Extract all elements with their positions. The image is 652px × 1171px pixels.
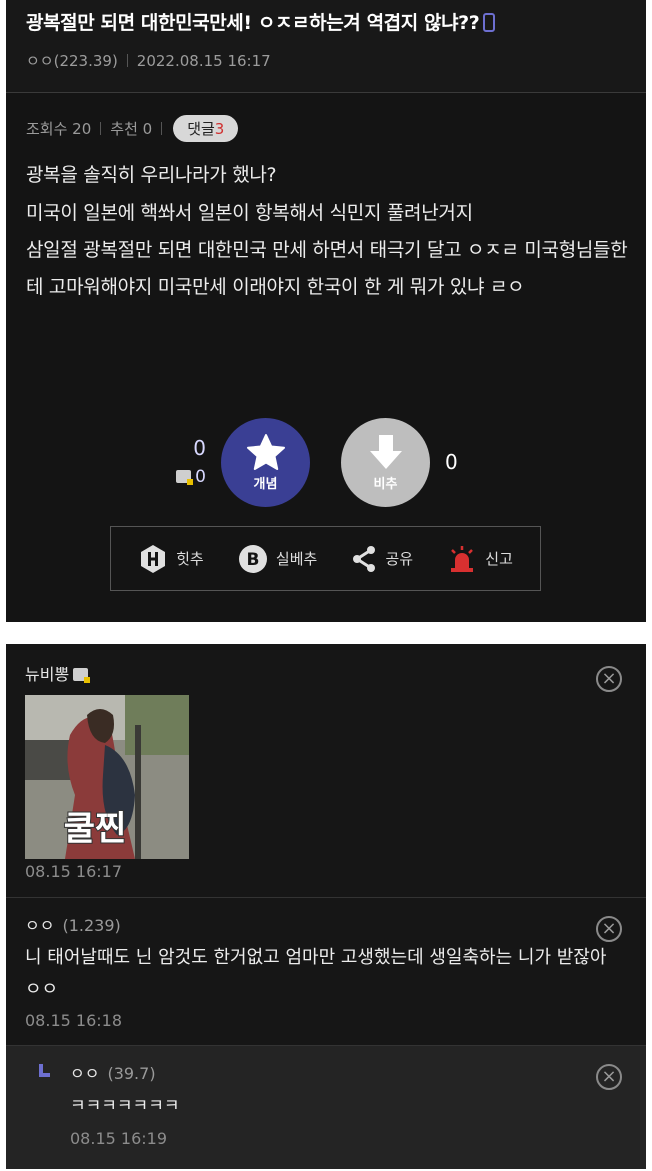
comment-nick-text: ㅇㅇ [25, 916, 55, 935]
comment-label: 댓글 [187, 120, 215, 138]
delete-comment-button[interactable]: × [596, 1064, 622, 1090]
comment-text: ㅋㅋㅋㅋㅋㅋㅋ [70, 1096, 180, 1116]
fixed-upvote-value: 0 [195, 467, 206, 487]
star-icon [246, 434, 285, 470]
comment-ip: (39.7) [107, 1064, 156, 1083]
reply-icon [39, 1064, 50, 1077]
body-line: 삼일절 광복절만 되면 대한민국 만세 하면서 태극기 달고 ㅇㅈㄹ 미국형님들… [26, 239, 628, 298]
upvote-button[interactable]: 개념 [221, 418, 310, 507]
dccon-picture: 쿨찐 [25, 695, 189, 859]
share-label: 공유 [385, 550, 414, 568]
comment-item: ㅇㅇ (1.239) × 니 태어날때도 닌 암것도 한거없고 엄마만 고생했는데… [6, 898, 646, 1046]
fixed-nick-icon [73, 668, 91, 683]
post-title-text: 광복절만 되면 대한민국만세! ㅇㅈㄹ하는겨 역겹지 않냐?? [26, 12, 480, 34]
comment-nick-text: 뉴비뽕 [25, 665, 70, 684]
divider [126, 54, 128, 67]
comment-ip: (1.239) [62, 916, 121, 935]
siren-icon [447, 544, 477, 574]
svg-text:B: B [246, 550, 259, 570]
close-icon: × [601, 918, 617, 939]
fixed-upvote-count: 0 [166, 467, 206, 487]
post-author[interactable]: ㅇㅇ(223.39) [26, 52, 118, 70]
reply-item: ㅇㅇ (39.7) × ㅋㅋㅋㅋㅋㅋㅋ 08.15 16:19 [6, 1046, 646, 1169]
post-body: 광복을 솔직히 우리나라가 했나? 미국이 일본에 핵쏴서 일본이 항복해서 식… [6, 142, 646, 306]
downvote-label: 비추 [373, 477, 398, 492]
comment-count: 3 [214, 120, 225, 138]
close-icon: × [601, 668, 617, 689]
comment-list: 뉴비뽕 × 쿨찐 08.15 16:17 ㅇㅇ (1.239) × 니 태어날때도… [6, 644, 646, 1169]
comment-text: 니 태어날때도 닌 암것도 한거없고 엄마만 고생했는데 생일축하는 니가 받잖… [25, 947, 607, 1000]
comment-nick[interactable]: 뉴비뽕 [25, 661, 91, 685]
upvote-label: 개념 [253, 477, 278, 492]
post-meta: ㅇㅇ(223.39) 2022.08.15 16:17 [26, 50, 630, 71]
post-stats: 조회수 20 추천 0 댓글3 [6, 93, 646, 142]
recommend-count: 추천 0 [110, 120, 153, 138]
comment-date: 08.15 16:18 [25, 1011, 122, 1030]
hit-button[interactable]: 힛추 [138, 544, 204, 574]
best-label: 실베추 [275, 550, 318, 568]
comment-nick[interactable]: ㅇㅇ (1.239) [25, 912, 121, 936]
comment-nick-text: ㅇㅇ [70, 1064, 100, 1083]
divider [161, 122, 163, 135]
delete-comment-button[interactable]: × [596, 666, 622, 692]
share-icon [351, 545, 377, 573]
mobile-icon [483, 13, 496, 32]
action-bar: 힛추 B 실베추 공유 신고 [110, 526, 541, 591]
hit-icon [138, 544, 168, 574]
vote-area: 0 0 개념 비추 0 [6, 418, 646, 508]
arrow-down-icon [369, 435, 402, 469]
post-title: 광복절만 되면 대한민국만세! ㅇㅈㄹ하는겨 역겹지 않냐?? [26, 8, 630, 38]
downvote-count: 0 [445, 450, 458, 474]
dccon-caption: 쿨찐 [64, 809, 127, 849]
share-button[interactable]: 공유 [351, 545, 413, 573]
comment-item: 뉴비뽕 × 쿨찐 08.15 16:17 [6, 644, 646, 898]
report-button[interactable]: 신고 [447, 544, 513, 574]
post-datetime: 2022.08.15 16:17 [136, 52, 271, 70]
divider [100, 122, 102, 135]
dccon-image: 쿨찐 [25, 695, 189, 859]
body-line: 미국이 일본에 핵쏴서 일본이 항복해서 식민지 풀려난거지 [26, 202, 473, 224]
comment-date: 08.15 16:19 [70, 1129, 167, 1148]
downvote-button[interactable]: 비추 [341, 418, 430, 507]
post-header: 광복절만 되면 대한민국만세! ㅇㅈㄹ하는겨 역겹지 않냐?? ㅇㅇ(223.3… [6, 0, 646, 93]
close-icon: × [601, 1066, 617, 1087]
best-recommend-button[interactable]: B 실베추 [238, 544, 317, 574]
hit-label: 힛추 [176, 550, 204, 568]
upvote-count: 0 [193, 436, 206, 460]
body-line: 광복을 솔직히 우리나라가 했나? [26, 164, 277, 186]
delete-comment-button[interactable]: × [596, 916, 622, 942]
comment-nick[interactable]: ㅇㅇ (39.7) [70, 1060, 156, 1084]
comment-date: 08.15 16:17 [25, 862, 122, 881]
fixed-nick-icon [176, 470, 194, 485]
view-count: 조회수 20 [26, 120, 92, 138]
post-card: 광복절만 되면 대한민국만세! ㅇㅈㄹ하는겨 역겹지 않냐?? ㅇㅇ(223.3… [6, 0, 646, 622]
comment-count-button[interactable]: 댓글3 [173, 115, 239, 142]
report-label: 신고 [485, 550, 513, 568]
best-icon: B [238, 544, 268, 574]
